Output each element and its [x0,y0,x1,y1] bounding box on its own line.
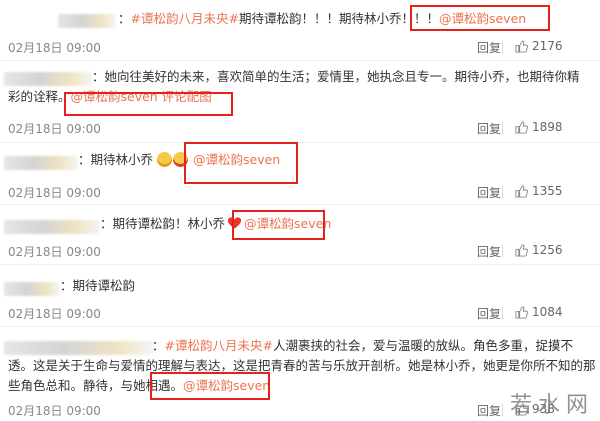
comment-date: 02月18日 09:00 [8,186,101,200]
highlight-box [64,92,233,116]
comment-text-line2: 彩的诠释。 [8,89,71,104]
divider [0,204,600,205]
like-count: 1084 [532,305,563,319]
comment-date: 02月18日 09:00 [8,245,101,259]
comment-prefix: ： [118,11,131,26]
comment-text: 期待谭松韵！林小乔 [112,216,226,231]
username-blurred[interactable] [4,72,92,86]
divider [0,264,600,265]
like-button[interactable]: 2176 [515,39,563,53]
comment-text-line2: 透。这是关于生命与爱情的理解与表达，这是把青春的苦与乐放开剖析。她是林小乔，她更… [8,358,596,373]
comment-prefix: ： [92,69,105,84]
thumbs-up-icon [515,120,528,134]
comment-text: 期待林小乔 [90,152,154,167]
thumbs-up-icon [515,243,528,257]
reply-button[interactable]: 回复 [477,402,501,419]
comment-prefix: ： [100,216,113,231]
separator [502,404,503,417]
highlight-box [232,210,325,240]
comment-text-line1: 她向往美好的未来，喜欢简单的生活；爱情里，她执念且专一。期待小乔，也期待你精 [104,69,580,84]
like-count: 1256 [532,243,563,257]
separator [502,307,503,320]
username-blurred[interactable] [4,220,100,234]
topic-link[interactable]: #谭松韵八月未央# [131,11,239,26]
separator [502,122,503,135]
topic-link[interactable]: #谭松韵八月未央# [165,338,273,353]
reply-button[interactable]: 回复 [477,184,501,201]
comment-date: 02月18日 09:00 [8,122,101,136]
username-blurred[interactable] [4,282,60,296]
like-count: 1355 [532,184,563,198]
comment-date: 02月18日 09:00 [8,307,101,321]
comment-date: 02月18日 09:00 [8,404,101,418]
thumbs-up-icon [515,39,528,53]
reply-button[interactable]: 回复 [477,305,501,322]
like-button[interactable]: 1898 [515,120,563,134]
thumbs-up-icon [515,184,528,198]
reply-button[interactable]: 回复 [477,39,501,56]
comment-prefix: ： [152,338,165,353]
thumbs-up-icon [515,305,528,319]
username-blurred[interactable] [4,341,154,355]
highlight-box [150,372,270,400]
username-blurred[interactable] [4,156,78,170]
comment-date: 02月18日 09:00 [8,41,101,55]
divider [0,60,600,61]
highlight-box [184,142,298,184]
divider [0,326,600,327]
reply-button[interactable]: 回复 [477,120,501,137]
emoji-icon [157,152,173,167]
comment-text: 期待谭松韵 [72,278,136,293]
comment-prefix: ： [78,152,91,167]
comment-prefix: ： [60,278,73,293]
separator [502,245,503,258]
comment-text-line1: 人潮裹挟的社会，爱与温暖的放纵。角色多重，捉摸不 [272,338,573,353]
reply-button[interactable]: 回复 [477,243,501,260]
username-blurred[interactable] [58,14,116,28]
site-watermark: 若水网 [509,393,594,418]
highlight-box [410,5,550,31]
comment-text: 期待谭松韵！！！期待林小乔！！！ [238,11,439,26]
like-count: 2176 [532,39,563,53]
like-button[interactable]: 1256 [515,243,563,257]
like-count: 1898 [532,120,563,134]
separator [502,41,503,54]
separator [502,186,503,199]
like-button[interactable]: 1084 [515,305,563,319]
divider [0,142,600,143]
like-button[interactable]: 1355 [515,184,563,198]
